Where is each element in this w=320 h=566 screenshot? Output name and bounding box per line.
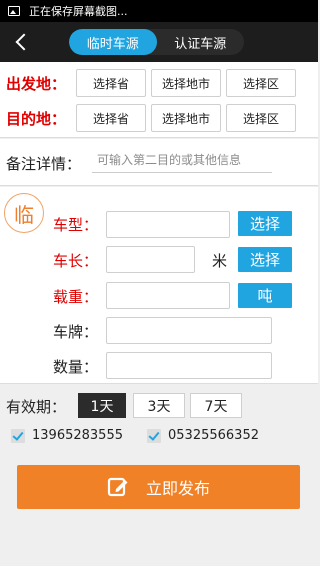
load-input[interactable] [106, 282, 230, 309]
vehicle-length-select-button[interactable]: 选择 [238, 247, 292, 272]
quantity-input[interactable] [106, 352, 272, 379]
remark-section: 备注详情： 可输入第二目的或其他信息 [0, 139, 318, 186]
publish-button[interactable]: 立即发布 [17, 465, 300, 509]
load-unit-button[interactable]: 吨 [238, 283, 292, 308]
validity-label: 有效期： [6, 398, 67, 416]
temporary-badge: 临 [4, 193, 44, 233]
vehicle-length-label: 车长： [53, 252, 99, 270]
tab-temporary-source[interactable]: 临时车源 [69, 29, 157, 55]
quantity-label: 数量： [53, 358, 99, 376]
validity-section: 有效期： 1天 3天 7天 [0, 386, 318, 424]
validity-option-1-day[interactable]: 1天 [78, 393, 126, 418]
contact-phone-2[interactable]: 05325566352 [147, 428, 259, 443]
vehicle-section: 临 车型： 选择 车长： 米 选择 载重： 吨 车牌： 数量： [0, 187, 318, 384]
remark-input[interactable]: 可输入第二目的或其他信息 [92, 147, 272, 173]
load-label: 载重： [53, 288, 99, 306]
back-arrow-icon[interactable] [13, 32, 31, 52]
contacts-section: 13965283555 05325566352 [0, 424, 318, 454]
destination-label: 目的地： [6, 109, 67, 128]
contact-phone-1[interactable]: 13965283555 [11, 428, 123, 443]
plate-label: 车牌： [53, 323, 99, 341]
status-text: 正在保存屏幕截图... [29, 5, 128, 18]
contact-2-phone-text: 05325566352 [168, 428, 259, 443]
validity-option-7-days[interactable]: 7天 [190, 393, 242, 418]
remark-label: 备注详情： [6, 155, 82, 173]
status-bar: 正在保存屏幕截图... [0, 0, 318, 22]
length-unit: 米 [212, 252, 228, 270]
edit-icon [107, 476, 129, 498]
source-tabs: 临时车源 认证车源 [69, 29, 244, 55]
origin-label: 出发地： [6, 74, 67, 93]
title-bar: 临时车源 认证车源 [0, 22, 318, 62]
plate-input[interactable] [106, 317, 272, 344]
origin-district-select[interactable]: 选择区 [226, 69, 296, 97]
contact-1-checkbox[interactable] [11, 428, 25, 443]
destination-city-select[interactable]: 选择地市 [151, 104, 221, 132]
destination-row: 目的地： 选择省 选择地市 选择区 [0, 103, 318, 133]
vehicle-type-select-button[interactable]: 选择 [238, 211, 292, 236]
origin-city-select[interactable]: 选择地市 [151, 69, 221, 97]
vehicle-type-input[interactable] [106, 211, 230, 238]
destination-district-select[interactable]: 选择区 [226, 104, 296, 132]
contact-2-checkbox[interactable] [147, 428, 161, 443]
destination-province-select[interactable]: 选择省 [76, 104, 146, 132]
origin-row: 出发地： 选择省 选择地市 选择区 [0, 68, 318, 98]
vehicle-length-input[interactable] [106, 246, 195, 273]
origin-province-select[interactable]: 选择省 [76, 69, 146, 97]
validity-option-3-days[interactable]: 3天 [133, 393, 185, 418]
vehicle-type-label: 车型： [53, 216, 99, 234]
publish-label: 立即发布 [145, 479, 210, 498]
contact-1-phone-text: 13965283555 [32, 428, 123, 443]
tab-certified-source[interactable]: 认证车源 [157, 29, 245, 55]
screenshot-image-icon [8, 6, 20, 16]
route-section: 出发地： 选择省 选择地市 选择区 目的地： 选择省 选择地市 选择区 [0, 62, 318, 138]
